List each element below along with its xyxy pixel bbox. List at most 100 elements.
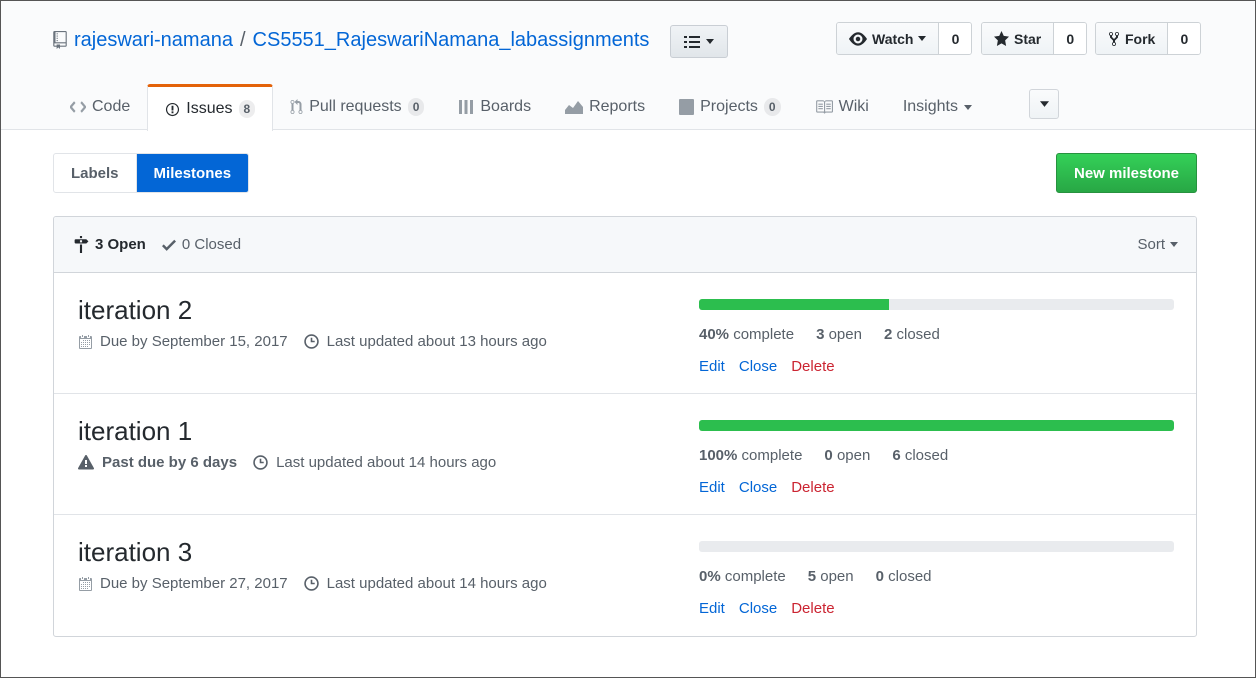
- milestone-closed-count[interactable]: 0 closed: [876, 568, 932, 585]
- watch-button-group: Watch 0: [836, 22, 973, 55]
- milestone-past-due: Past due by 6 days: [102, 454, 238, 471]
- star-icon: [994, 31, 1009, 46]
- sort-dropdown[interactable]: Sort: [1137, 217, 1178, 272]
- tab-insights-label: Insights: [902, 98, 958, 115]
- fork-icon: [1108, 31, 1120, 46]
- milestone-progress-fill: [699, 420, 1174, 431]
- edit-milestone-link[interactable]: Edit: [699, 600, 725, 617]
- caret-down-icon: [963, 104, 972, 110]
- open-filter[interactable]: 3 Open: [73, 236, 146, 253]
- tab-issues[interactable]: Issues 8: [147, 84, 274, 131]
- git-pull-request-icon: [290, 99, 303, 115]
- repo-name-link[interactable]: CS5551_RajeswariNamana_labassignments: [253, 29, 650, 52]
- milestone-progress-bar: [699, 541, 1174, 552]
- code-icon: [70, 101, 86, 113]
- tab-boards[interactable]: Boards: [441, 84, 548, 130]
- repo-header: rajeswari-namana / CS5551_RajeswariNaman…: [1, 1, 1255, 131]
- repo-owner-link[interactable]: rajeswari-namana: [74, 29, 233, 52]
- sort-label: Sort: [1137, 236, 1165, 253]
- milestone-progress-bar: [699, 299, 1174, 310]
- milestones-table: 3 Open 0 Closed Sort iteration 2 Due by …: [53, 216, 1197, 637]
- milestone-open-count[interactable]: 5 open: [808, 568, 854, 585]
- milestone-row: iteration 3 Due by September 27, 2017 La…: [54, 515, 1196, 636]
- caret-down-icon: [918, 36, 927, 41]
- pull-requests-count-badge: 0: [407, 98, 425, 116]
- fork-button[interactable]: Fork: [1096, 23, 1169, 54]
- milestone-actions: Edit Close Delete: [699, 358, 835, 375]
- milestone-stats: 40% complete 3 open 2 closed: [699, 326, 940, 343]
- repo-title: rajeswari-namana / CS5551_RajeswariNaman…: [53, 27, 649, 53]
- milestone-title[interactable]: iteration 1: [78, 416, 192, 447]
- tab-pull-requests[interactable]: Pull requests 0: [273, 84, 441, 130]
- edit-milestone-link[interactable]: Edit: [699, 479, 725, 496]
- milestone-percent-complete: 0% complete: [699, 568, 786, 585]
- milestone-row: iteration 1 Past due by 6 days Last upda…: [54, 394, 1196, 515]
- eye-icon: [849, 31, 867, 46]
- calendar-icon: [79, 576, 92, 591]
- tab-wiki[interactable]: Wiki: [798, 84, 886, 130]
- milestone-meta: Due by September 15, 2017 Last updated a…: [78, 333, 547, 350]
- milestone-open-count[interactable]: 3 open: [816, 326, 862, 343]
- alert-icon: [78, 455, 94, 470]
- milestone-progress-bar: [699, 420, 1174, 431]
- tab-boards-label: Boards: [480, 98, 532, 115]
- milestones-tab[interactable]: Milestones: [136, 154, 249, 192]
- milestone-percent-complete: 40% complete: [699, 326, 795, 343]
- milestone-meta: Past due by 6 days Last updated about 14…: [78, 454, 496, 471]
- issues-count-badge: 8: [238, 100, 256, 118]
- milestone-due-date: Due by September 15, 2017: [100, 333, 288, 350]
- milestone-due-date: Due by September 27, 2017: [100, 575, 288, 592]
- tab-projects[interactable]: Projects 0: [662, 84, 797, 130]
- list-icon: [684, 35, 700, 48]
- delete-milestone-link[interactable]: Delete: [791, 358, 834, 375]
- milestone-row: iteration 2 Due by September 15, 2017 La…: [54, 273, 1196, 394]
- labels-tab[interactable]: Labels: [54, 154, 137, 192]
- star-button-group: Star 0: [981, 22, 1088, 55]
- milestone-title[interactable]: iteration 3: [78, 537, 192, 568]
- boards-icon: [459, 100, 474, 114]
- repo-list-menu-button[interactable]: [670, 25, 728, 58]
- milestone-title[interactable]: iteration 2: [78, 295, 192, 326]
- watch-button[interactable]: Watch: [837, 23, 940, 54]
- fork-button-group: Fork 0: [1095, 22, 1202, 55]
- fork-label: Fork: [1125, 30, 1156, 47]
- tab-projects-label: Projects: [700, 98, 758, 115]
- milestone-updated: Last updated about 14 hours ago: [276, 454, 497, 471]
- check-icon: [161, 239, 176, 251]
- tab-code-label: Code: [92, 98, 131, 115]
- milestone-closed-count[interactable]: 6 closed: [892, 447, 948, 464]
- star-button[interactable]: Star: [982, 23, 1055, 54]
- milestone-closed-count[interactable]: 2 closed: [884, 326, 940, 343]
- close-milestone-link[interactable]: Close: [739, 358, 777, 375]
- delete-milestone-link[interactable]: Delete: [791, 600, 834, 617]
- fork-count[interactable]: 0: [1168, 23, 1201, 54]
- tab-code[interactable]: Code: [53, 84, 147, 130]
- tab-pull-requests-label: Pull requests: [309, 98, 402, 115]
- milestones-table-header: 3 Open 0 Closed Sort: [54, 217, 1196, 273]
- milestone-meta: Due by September 27, 2017 Last updated a…: [78, 575, 547, 592]
- delete-milestone-link[interactable]: Delete: [791, 479, 834, 496]
- new-milestone-button[interactable]: New milestone: [1056, 153, 1197, 193]
- labels-milestones-switcher: Labels Milestones: [53, 153, 250, 193]
- star-count[interactable]: 0: [1054, 23, 1087, 54]
- repo-nav: Code Issues 8 Pull requests 0 Boards Rep…: [53, 84, 989, 131]
- closed-filter[interactable]: 0 Closed: [161, 236, 241, 253]
- clock-icon: [253, 455, 268, 470]
- milestone-updated: Last updated about 13 hours ago: [326, 333, 547, 350]
- watch-label: Watch: [872, 30, 914, 47]
- watch-count[interactable]: 0: [939, 23, 972, 54]
- more-options-button[interactable]: [1029, 89, 1059, 119]
- edit-milestone-link[interactable]: Edit: [699, 358, 725, 375]
- open-filter-label: 3 Open: [95, 236, 146, 253]
- milestone-actions: Edit Close Delete: [699, 600, 835, 617]
- tab-reports[interactable]: Reports: [548, 84, 662, 130]
- milestone-percent-complete: 100% complete: [699, 447, 803, 464]
- project-icon: [679, 99, 695, 115]
- milestone-open-count[interactable]: 0 open: [824, 447, 870, 464]
- repo-icon: [53, 31, 67, 49]
- tab-insights[interactable]: Insights: [886, 84, 989, 130]
- close-milestone-link[interactable]: Close: [739, 600, 777, 617]
- tab-wiki-label: Wiki: [838, 98, 869, 115]
- milestone-progress-fill: [699, 299, 889, 310]
- close-milestone-link[interactable]: Close: [739, 479, 777, 496]
